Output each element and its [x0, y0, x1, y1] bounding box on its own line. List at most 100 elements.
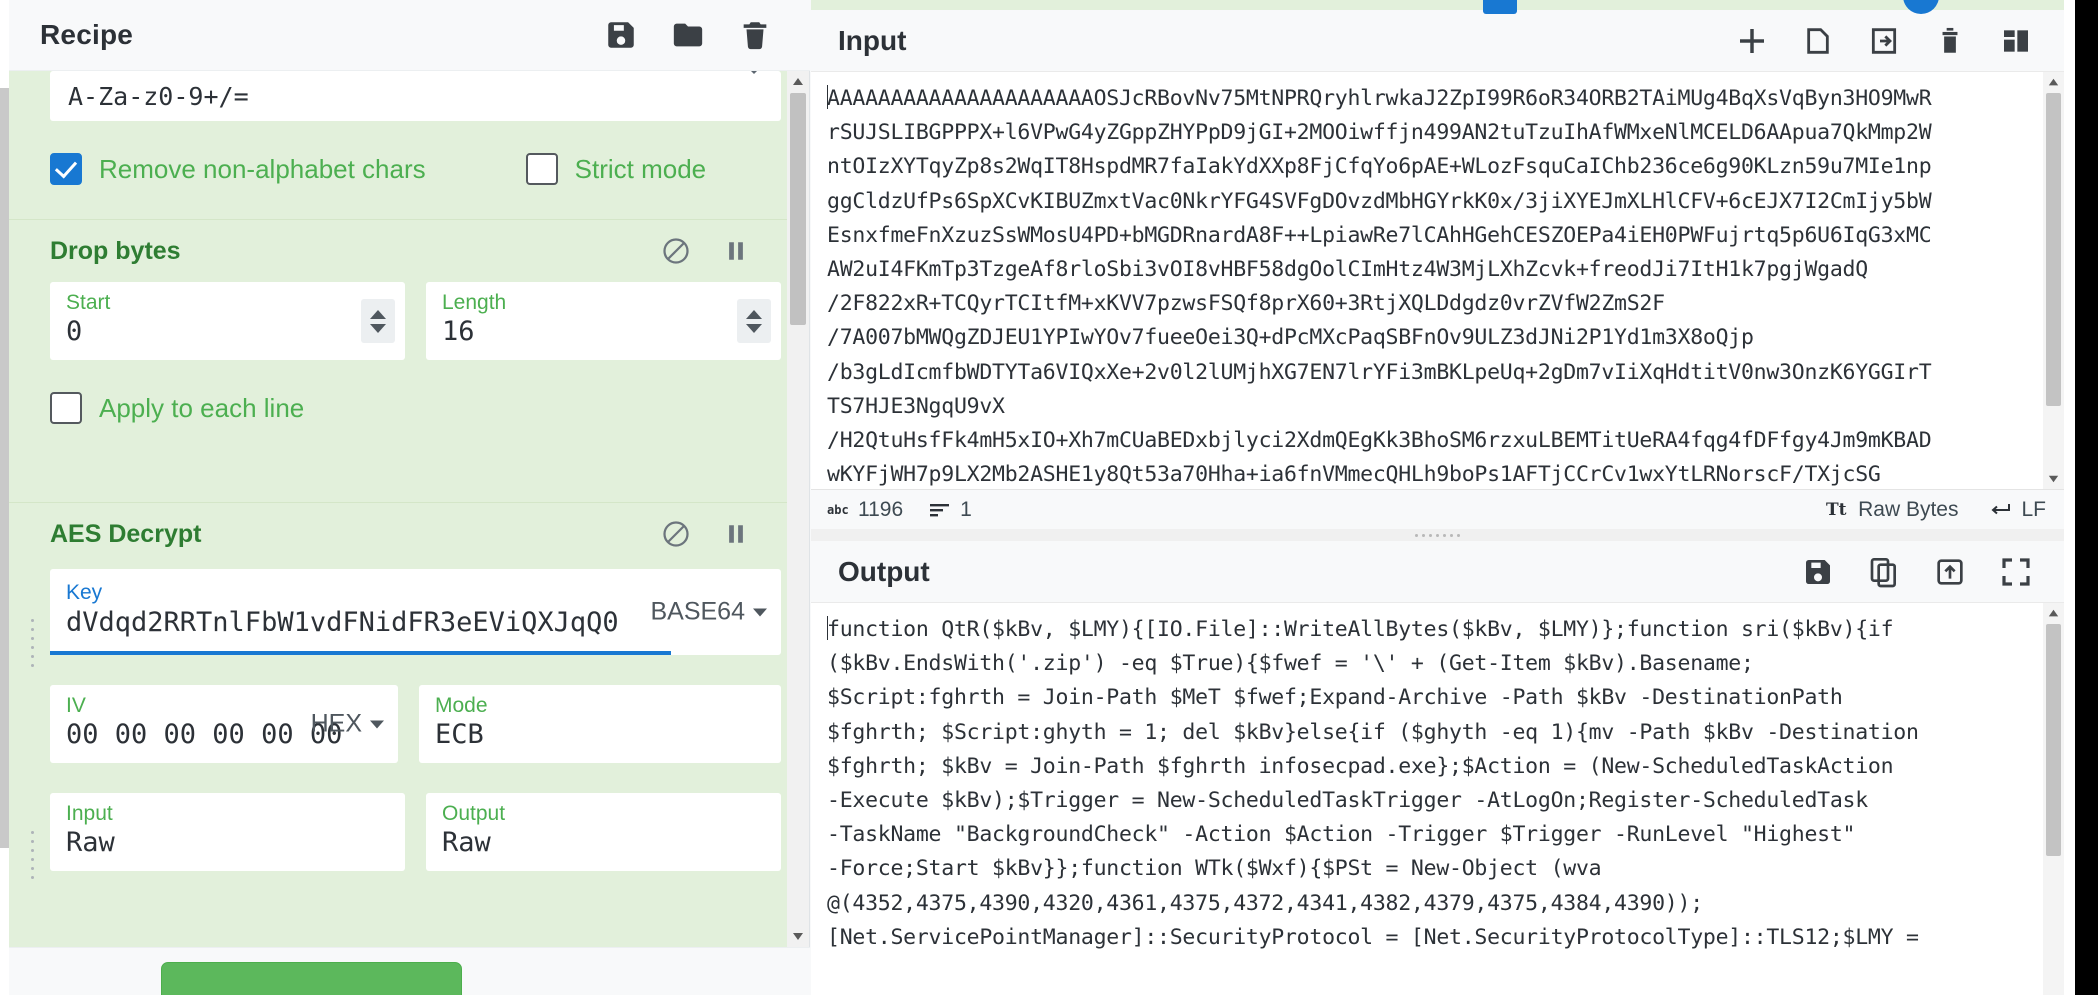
input-text-content[interactable]: AAAAAAAAAAAAAAAAAAAAAOSJcRBovNv75MtNPRQr…: [811, 72, 2064, 489]
input-text-value: AAAAAAAAAAAAAAAAAAAAAOSJcRBovNv75MtNPRQr…: [827, 86, 1932, 488]
input-encoding-value: Raw Bytes: [1858, 497, 1959, 521]
output-header-actions: [1802, 556, 2064, 588]
bake-button[interactable]: [161, 962, 462, 995]
recipe-scrollbar-thumb[interactable]: [790, 93, 806, 325]
operation-drag-handle[interactable]: [21, 831, 43, 879]
drop-bytes-controls: [661, 236, 781, 266]
aes-output-label: Output: [442, 802, 506, 825]
open-file-icon[interactable]: [1868, 25, 1900, 57]
io-splitter-handle[interactable]: [811, 529, 2064, 541]
drop-bytes-start-field[interactable]: Start 0: [50, 282, 405, 360]
output-text-content[interactable]: function QtR($kBv, $LMY){[IO.File]::Writ…: [811, 603, 2064, 955]
aes-decrypt-title: AES Decrypt: [50, 519, 202, 548]
strict-mode-checkbox[interactable]: [525, 153, 558, 185]
aes-input-field[interactable]: Input Raw: [50, 793, 405, 871]
apply-to-each-line-checkbox[interactable]: [50, 392, 82, 424]
key-encoding-dropdown[interactable]: BASE64: [650, 598, 767, 627]
input-status-bar: abc 1196 1 Tt Raw Bytes LF: [811, 489, 2064, 529]
output-scrollbar-thumb[interactable]: [2046, 624, 2061, 856]
svg-text:abc: abc: [827, 503, 849, 517]
output-scrollbar[interactable]: [2043, 603, 2064, 995]
set-breakpoint-icon[interactable]: [721, 236, 751, 266]
remove-non-alphabet-chars-checkbox[interactable]: [50, 153, 82, 185]
input-length-value: 1196: [858, 497, 904, 521]
alphabet-value: A-Za-z0-9+/=: [68, 81, 249, 111]
chevron-down-icon: [370, 720, 384, 728]
save-recipe-icon[interactable]: [604, 18, 638, 52]
right-edge-filler: [2064, 0, 2075, 995]
add-input-tab-icon[interactable]: [1736, 25, 1768, 57]
output-textarea[interactable]: function QtR($kBv, $LMY){[IO.File]::Writ…: [811, 602, 2064, 995]
aes-input-label: Input: [66, 802, 113, 825]
recipe-operation-drop-bytes[interactable]: Drop bytes Start 0 Length 16 Apply to ea…: [9, 219, 809, 502]
input-header: Input: [811, 10, 2064, 71]
length-label: Length: [442, 291, 507, 314]
scroll-up-icon[interactable]: [787, 71, 809, 93]
page-scrollbar-thumb[interactable]: [0, 88, 9, 848]
disable-operation-icon[interactable]: [661, 519, 691, 549]
replace-input-icon[interactable]: [1934, 556, 1966, 588]
scroll-up-icon[interactable]: [2043, 72, 2064, 93]
input-length-status[interactable]: abc 1196: [827, 498, 903, 522]
recipe-header-actions: [604, 18, 786, 52]
output-title: Output: [838, 555, 930, 587]
key-encoding-value: BASE64: [650, 597, 745, 626]
aes-iv-mode-row: IV 00 00 00 00 00 00 HEX Mode ECB: [9, 685, 809, 763]
chevron-down-icon[interactable]: [745, 71, 763, 74]
scroll-up-icon[interactable]: [2043, 603, 2064, 624]
aes-spacer-b: [9, 763, 809, 793]
io-pane: Input AAAAAAAAAAAAAAAAAAAAAOSJcRBovNv75M…: [811, 0, 2064, 995]
drop-bytes-bottom-spacer: [9, 458, 809, 502]
scroll-down-icon[interactable]: [787, 925, 809, 947]
from-base64-options: Remove non-alphabet chars Strict mode: [9, 121, 809, 219]
scroll-down-icon[interactable]: [2043, 468, 2064, 489]
input-lines-status[interactable]: 1: [929, 498, 972, 522]
aes-mode-field[interactable]: Mode ECB: [419, 685, 781, 763]
disable-operation-icon[interactable]: [661, 236, 691, 266]
copy-output-icon[interactable]: [1868, 556, 1900, 588]
start-label: Start: [66, 291, 111, 314]
iv-encoding-value: HEX: [310, 709, 362, 738]
input-scrollbar[interactable]: [2043, 72, 2064, 489]
return-icon: [1991, 503, 2011, 514]
clear-io-icon[interactable]: [1934, 25, 1966, 57]
recipe-operation-aes-decrypt[interactable]: AES Decrypt Key dVdqd2RRTnlFbW1vdFNidFR3…: [9, 502, 809, 915]
maximise-output-icon[interactable]: [2000, 556, 2032, 588]
input-tab-indicator: [1483, 0, 1517, 14]
recipe-operation-from-base64[interactable]: A-Za-z0-9+/= Remove non-alphabet chars S…: [9, 71, 809, 219]
start-stepper[interactable]: [361, 299, 395, 343]
remove-non-alphabet-chars-label: Remove non-alphabet chars: [99, 153, 426, 184]
load-recipe-icon[interactable]: [671, 18, 705, 52]
input-header-actions: [1736, 25, 2064, 57]
operation-drag-handle[interactable]: [21, 619, 43, 667]
key-focus-underline: [50, 651, 671, 655]
aes-spacer-a: [9, 655, 809, 685]
iv-encoding-dropdown[interactable]: HEX: [311, 710, 384, 739]
alphabet-input[interactable]: A-Za-z0-9+/=: [50, 71, 781, 121]
length-stepper[interactable]: [737, 299, 771, 343]
drop-bytes-fields: Start 0 Length 16: [9, 282, 809, 360]
input-scrollbar-thumb[interactable]: [2046, 93, 2061, 406]
drop-bytes-length-field[interactable]: Length 16: [426, 282, 781, 360]
io-top-strip: [811, 0, 2064, 14]
set-breakpoint-icon[interactable]: [721, 519, 751, 549]
output-header: Output: [811, 541, 2064, 602]
input-encoding-status[interactable]: Tt Raw Bytes: [1826, 498, 1958, 522]
input-textarea[interactable]: AAAAAAAAAAAAAAAAAAAAAOSJcRBovNv75MtNPRQr…: [811, 71, 2064, 489]
clear-recipe-icon[interactable]: [738, 18, 772, 52]
drop-bytes-apply-each-line-row: Apply to each line: [9, 360, 809, 458]
chevron-down-icon: [753, 608, 767, 616]
aes-decrypt-header: AES Decrypt: [9, 503, 809, 565]
recipe-header: Recipe: [9, 0, 810, 71]
open-folder-icon[interactable]: [1802, 25, 1834, 57]
aes-iv-field[interactable]: IV 00 00 00 00 00 00 HEX: [50, 685, 398, 763]
recipe-operations-list[interactable]: A-Za-z0-9+/= Remove non-alphabet chars S…: [9, 71, 810, 947]
save-output-icon[interactable]: [1802, 556, 1834, 588]
reset-pane-layout-icon[interactable]: [2000, 25, 2032, 57]
drop-bytes-header: Drop bytes: [9, 220, 809, 282]
cyberchef-app: Recipe A-Za-z0-9+/= Remove non-alphabet …: [0, 0, 2098, 995]
recipe-scrollbar[interactable]: [787, 71, 809, 947]
aes-key-field[interactable]: Key dVdqd2RRTnlFbW1vdFNidFR3eEViQXJqQ0 B…: [50, 569, 781, 655]
aes-output-field[interactable]: Output Raw: [426, 793, 781, 871]
input-eol-status[interactable]: LF: [1988, 498, 2046, 522]
